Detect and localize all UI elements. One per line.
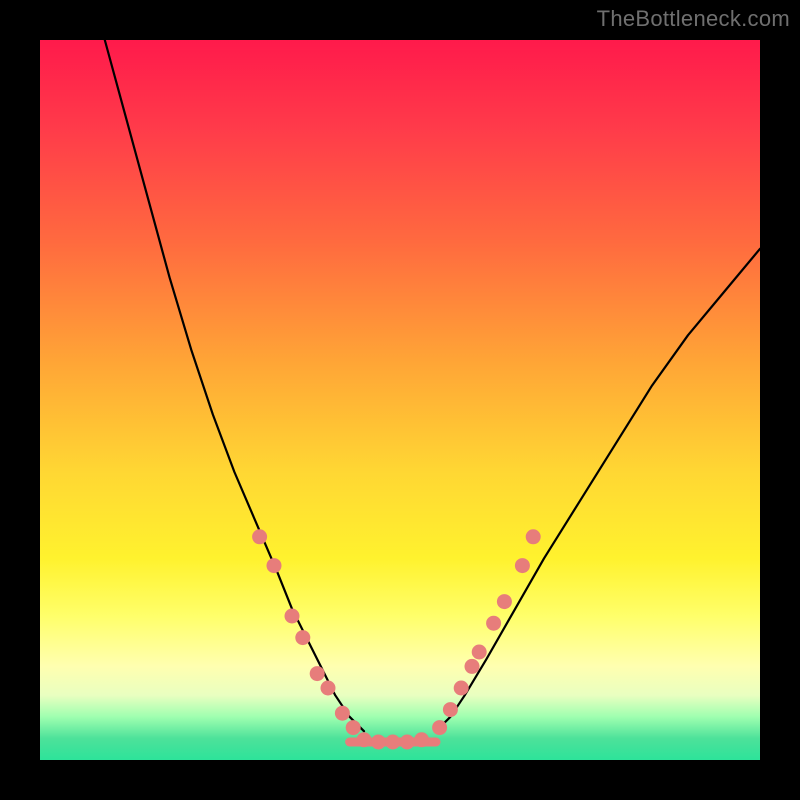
dot-right-dots: [486, 616, 501, 631]
dot-left-dots: [335, 706, 350, 721]
dot-left-dots: [252, 529, 267, 544]
watermark-text: TheBottleneck.com: [597, 6, 790, 32]
dot-flat-dots: [357, 732, 372, 747]
dot-left-dots: [321, 681, 336, 696]
dot-right-dots: [472, 645, 487, 660]
dot-right-dots: [497, 594, 512, 609]
dot-left-dots: [267, 558, 282, 573]
dot-right-dots: [526, 529, 541, 544]
plot-area: [40, 40, 760, 760]
dot-right-dots: [465, 659, 480, 674]
frame: TheBottleneck.com: [0, 0, 800, 800]
series-left-curve: [105, 40, 364, 731]
dot-flat-dots: [414, 732, 429, 747]
dot-right-dots: [443, 702, 458, 717]
series-right-curve: [436, 249, 760, 731]
dot-left-dots: [285, 609, 300, 624]
dot-flat-dots: [371, 735, 386, 750]
chart-svg: [40, 40, 760, 760]
dot-left-dots: [310, 666, 325, 681]
line-layer: [105, 40, 760, 742]
dot-left-dots: [295, 630, 310, 645]
dot-right-dots: [454, 681, 469, 696]
dot-flat-dots: [400, 735, 415, 750]
dot-right-dots: [432, 720, 447, 735]
dot-flat-dots: [385, 735, 400, 750]
dot-left-dots: [346, 720, 361, 735]
dot-right-dots: [515, 558, 530, 573]
